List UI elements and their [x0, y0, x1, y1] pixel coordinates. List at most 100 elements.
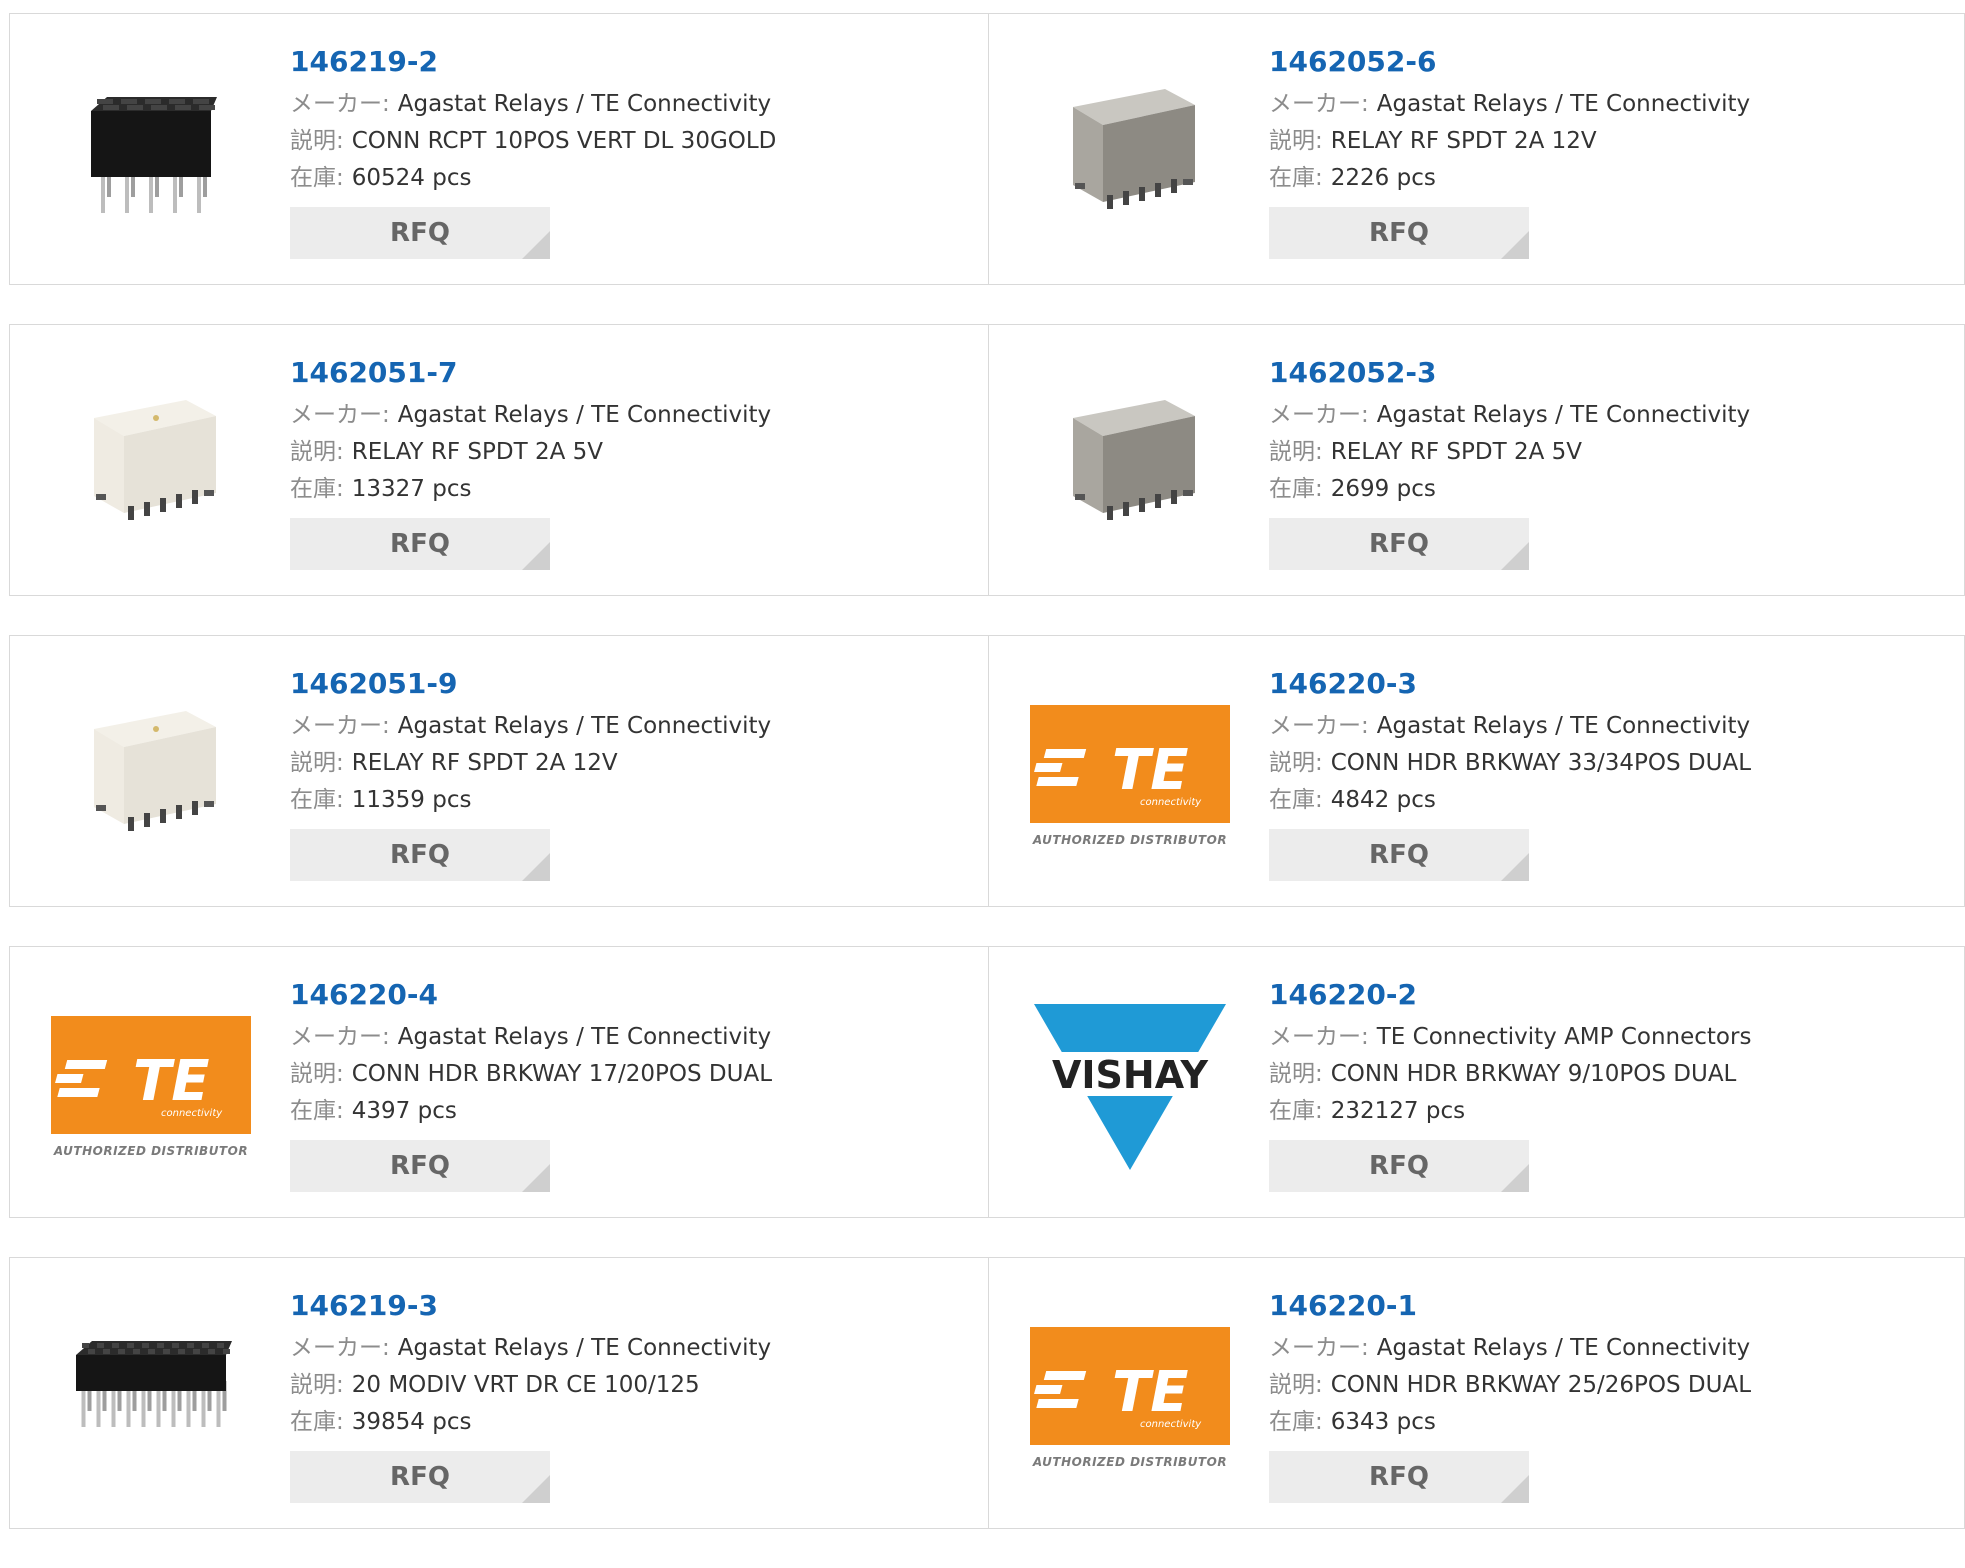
product-info: 146219-3 メーカー: Agastat Relays / TE Connect… [290, 1286, 771, 1503]
maker-value: Agastat Relays / TE Connectivity [1376, 1335, 1751, 1361]
relay-image [66, 378, 236, 552]
svg-text:connectivity: connectivity [1140, 1419, 1202, 1430]
description-value: CONN HDR BRKWAY 17/20POS DUAL [351, 1061, 773, 1087]
product-info: 146220-4 メーカー: Agastat Relays / TE Connect… [290, 975, 772, 1192]
maker-label: メーカー: [290, 713, 390, 739]
svg-text:TE: TE [133, 1049, 209, 1114]
part-number-link[interactable]: 146219-3 [290, 1286, 771, 1326]
description-label: 説明: [290, 439, 344, 465]
maker-value: Agastat Relays / TE Connectivity [397, 402, 772, 428]
product-card: TE connectivity AUTHORIZED DISTRIBUTOR 1462… [988, 636, 1965, 906]
corner-decoration [1501, 231, 1529, 259]
rfq-button[interactable]: RFQ [1269, 1451, 1529, 1503]
rfq-label: RFQ [390, 218, 450, 248]
maker-line: メーカー: Agastat Relays / TE Connectivity [1269, 1330, 1751, 1367]
part-number-link[interactable]: 146220-3 [1269, 664, 1751, 704]
maker-label: メーカー: [290, 91, 390, 117]
corner-decoration [522, 853, 550, 881]
product-card: TE connectivity AUTHORIZED DISTRIBUTOR 1462… [10, 947, 988, 1217]
corner-decoration [1501, 542, 1529, 570]
relay-image [1045, 378, 1215, 552]
product-image[interactable]: VISHAY [1030, 987, 1230, 1187]
product-image[interactable] [51, 54, 251, 254]
part-number-link[interactable]: 1462052-6 [1269, 42, 1750, 82]
rfq-button[interactable]: RFQ [1269, 518, 1529, 570]
part-number-link[interactable]: 146219-2 [290, 42, 776, 82]
rfq-button[interactable]: RFQ [290, 1140, 550, 1192]
maker-label: メーカー: [290, 1335, 390, 1361]
product-image[interactable] [51, 1298, 251, 1498]
description-label: 説明: [1269, 1061, 1323, 1087]
product-card: 146219-2 メーカー: Agastat Relays / TE Connect… [10, 14, 988, 284]
description-label: 説明: [1269, 128, 1323, 154]
rfq-label: RFQ [1369, 529, 1429, 559]
te-connectivity-logo: TE connectivity AUTHORIZED DISTRIBUTOR [1030, 676, 1230, 876]
description-label: 説明: [290, 1372, 344, 1398]
part-number-link[interactable]: 1462051-7 [290, 353, 771, 393]
product-image[interactable] [1030, 365, 1230, 565]
rfq-button[interactable]: RFQ [290, 518, 550, 570]
product-image[interactable] [51, 365, 251, 565]
stock-value: 2699 pcs [1330, 476, 1436, 502]
part-number-link[interactable]: 146220-1 [1269, 1286, 1751, 1326]
te-connectivity-logo: TE connectivity AUTHORIZED DISTRIBUTOR [1030, 1298, 1230, 1498]
stock-label: 在庫: [1269, 1409, 1323, 1435]
stock-label: 在庫: [290, 1409, 344, 1435]
product-info: 1462052-3 メーカー: Agastat Relays / TE Connec… [1269, 353, 1750, 570]
maker-line: メーカー: Agastat Relays / TE Connectivity [290, 86, 776, 123]
rfq-label: RFQ [1369, 1462, 1429, 1492]
product-info: 1462051-9 メーカー: Agastat Relays / TE Connec… [290, 664, 771, 881]
stock-line: 在庫: 11359 pcs [290, 782, 771, 819]
stock-line: 在庫: 60524 pcs [290, 160, 776, 197]
stock-label: 在庫: [290, 787, 344, 813]
product-image[interactable]: TE connectivity AUTHORIZED DISTRIBUTOR [1030, 1298, 1230, 1498]
product-card: 1462051-9 メーカー: Agastat Relays / TE Connec… [10, 636, 988, 906]
description-value: CONN HDR BRKWAY 25/26POS DUAL [1330, 1372, 1752, 1398]
svg-text:connectivity: connectivity [161, 1108, 223, 1119]
rfq-button[interactable]: RFQ [290, 829, 550, 881]
part-number-link[interactable]: 1462051-9 [290, 664, 771, 704]
product-image[interactable] [51, 676, 251, 876]
maker-line: メーカー: TE Connectivity AMP Connectors [1269, 1019, 1751, 1056]
stock-line: 在庫: 4397 pcs [290, 1093, 772, 1130]
stock-label: 在庫: [290, 165, 344, 191]
stock-line: 在庫: 232127 pcs [1269, 1093, 1751, 1130]
product-image[interactable]: TE connectivity AUTHORIZED DISTRIBUTOR [1030, 676, 1230, 876]
stock-line: 在庫: 4842 pcs [1269, 782, 1751, 819]
product-row: 146219-3 メーカー: Agastat Relays / TE Connect… [9, 1257, 1965, 1529]
product-image[interactable]: TE connectivity AUTHORIZED DISTRIBUTOR [51, 987, 251, 1187]
svg-text:connectivity: connectivity [1140, 797, 1202, 808]
maker-value: Agastat Relays / TE Connectivity [397, 1335, 772, 1361]
description-label: 説明: [1269, 439, 1323, 465]
product-info: 146219-2 メーカー: Agastat Relays / TE Connect… [290, 42, 776, 259]
rfq-button[interactable]: RFQ [290, 1451, 550, 1503]
product-image[interactable] [1030, 54, 1230, 254]
rfq-button[interactable]: RFQ [1269, 207, 1529, 259]
corner-decoration [1501, 1475, 1529, 1503]
connector-image [66, 1311, 236, 1485]
maker-line: メーカー: Agastat Relays / TE Connectivity [1269, 708, 1751, 745]
rfq-label: RFQ [1369, 1151, 1429, 1181]
relay-image [66, 689, 236, 863]
svg-text:VISHAY: VISHAY [1052, 1053, 1208, 1097]
maker-value: Agastat Relays / TE Connectivity [1376, 91, 1751, 117]
rfq-button[interactable]: RFQ [1269, 1140, 1529, 1192]
svg-text:TE: TE [1112, 738, 1188, 803]
stock-label: 在庫: [1269, 1098, 1323, 1124]
product-info: 1462051-7 メーカー: Agastat Relays / TE Connec… [290, 353, 771, 570]
description-value: RELAY RF SPDT 2A 5V [1330, 439, 1583, 465]
description-line: 説明: CONN RCPT 10POS VERT DL 30GOLD [290, 123, 776, 160]
stock-label: 在庫: [1269, 476, 1323, 502]
product-info: 146220-1 メーカー: Agastat Relays / TE Connect… [1269, 1286, 1751, 1503]
stock-value: 4397 pcs [351, 1098, 457, 1124]
part-number-link[interactable]: 146220-4 [290, 975, 772, 1015]
rfq-button[interactable]: RFQ [290, 207, 550, 259]
product-row: TE connectivity AUTHORIZED DISTRIBUTOR 1462… [9, 946, 1965, 1218]
rfq-label: RFQ [390, 1151, 450, 1181]
corner-decoration [1501, 1164, 1529, 1192]
description-line: 説明: RELAY RF SPDT 2A 12V [1269, 123, 1750, 160]
part-number-link[interactable]: 146220-2 [1269, 975, 1751, 1015]
part-number-link[interactable]: 1462052-3 [1269, 353, 1750, 393]
rfq-button[interactable]: RFQ [1269, 829, 1529, 881]
rfq-label: RFQ [390, 529, 450, 559]
